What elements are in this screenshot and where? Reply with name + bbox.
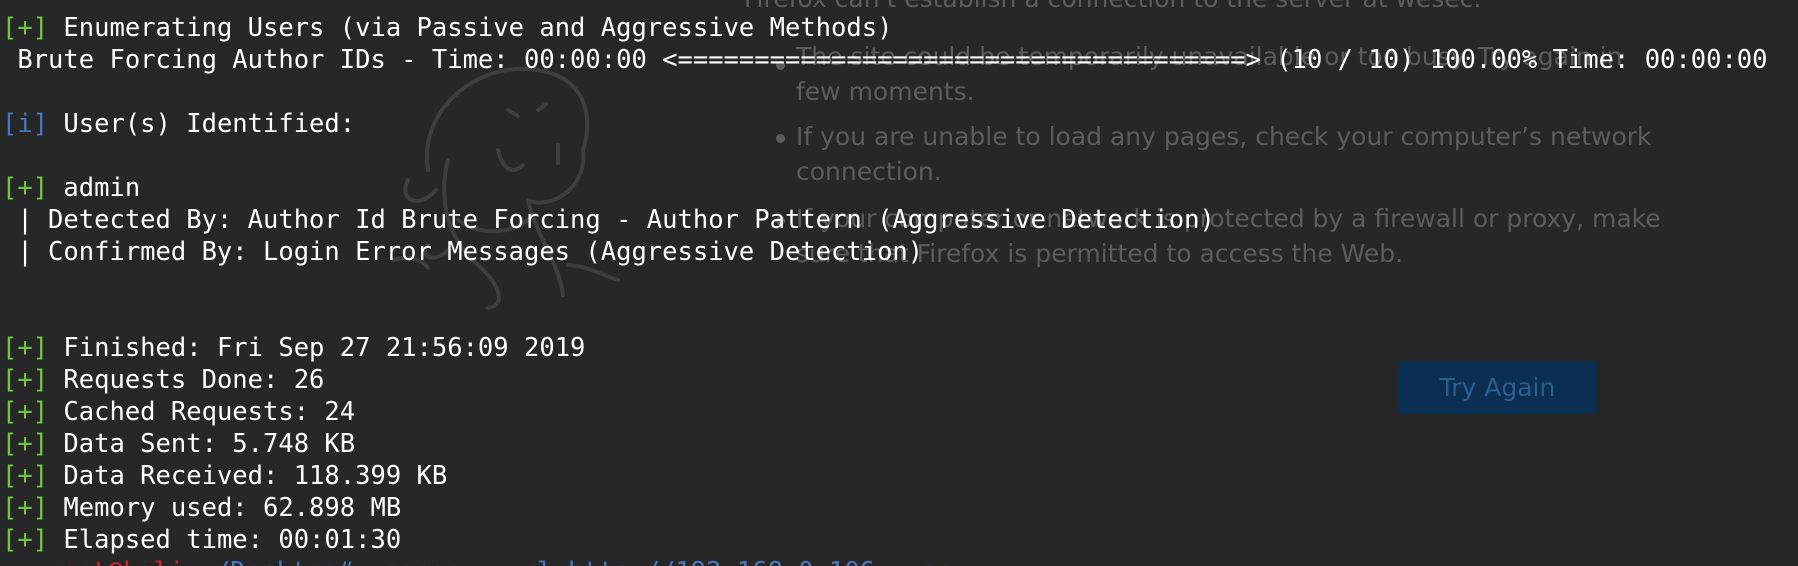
log-line-requests-done: [+] Requests Done: 26 — [2, 364, 324, 396]
prompt-command: /Desktop# wpscan --url http://192.168.0.… — [215, 557, 967, 566]
shell-prompt-line[interactable]: root@kali:~/Desktop# wpscan --url http:/… — [46, 556, 967, 566]
status-tag-plus: [+] — [2, 429, 49, 459]
status-tag-plus: [+] — [2, 333, 49, 363]
log-line-detected-by: | Detected By: Author Id Brute Forcing -… — [2, 205, 1215, 235]
log-line-data-received: [+] Data Received: 118.399 KB — [2, 460, 447, 492]
terminal-output: [+] Enumerating Users (via Passive and A… — [0, 0, 1798, 566]
status-tag-plus: [+] — [2, 525, 49, 555]
log-line-cached-requests: [+] Cached Requests: 24 — [2, 396, 355, 428]
log-line-data-sent: [+] Data Sent: 5.748 KB — [2, 428, 355, 460]
log-line-enumerating: [+] Enumerating Users (via Passive and A… — [2, 12, 892, 44]
data-sent-text: Data Sent: 5.748 KB — [48, 429, 356, 459]
status-tag-plus: [+] — [2, 173, 49, 203]
status-tag-info: [i] — [2, 109, 49, 139]
username-text: admin — [48, 173, 141, 203]
status-tag-plus: [+] — [2, 397, 49, 427]
terminal-window: Firefox can't establish a connection to … — [0, 0, 1798, 566]
log-line-finished: [+] Finished: Fri Sep 27 21:56:09 2019 — [2, 332, 585, 364]
data-received-text: Data Received: 118.399 KB — [48, 461, 448, 491]
log-line-user-admin: [+] admin — [2, 172, 140, 204]
users-identified-text: User(s) Identified: — [48, 109, 356, 139]
log-line-elapsed-time: [+] Elapsed time: 00:01:30 — [2, 524, 401, 556]
log-line-confirmed-by: | Confirmed By: Login Error Messages (Ag… — [2, 237, 924, 267]
log-line-brute-force-progress: Brute Forcing Author IDs - Time: 00:00:0… — [2, 45, 1768, 75]
status-tag-plus: [+] — [2, 493, 49, 523]
memory-used-text: Memory used: 62.898 MB — [48, 493, 402, 523]
enumerating-text: Enumerating Users (via Passive and Aggre… — [48, 13, 893, 43]
finished-text: Finished: Fri Sep 27 21:56:09 2019 — [48, 333, 586, 363]
prompt-user-host: root@kali:~ — [46, 557, 215, 566]
log-line-memory-used: [+] Memory used: 62.898 MB — [2, 492, 401, 524]
requests-done-text: Requests Done: 26 — [48, 365, 325, 395]
log-line-users-identified: [i] User(s) Identified: — [2, 108, 355, 140]
status-tag-plus: [+] — [2, 13, 49, 43]
status-tag-plus: [+] — [2, 365, 49, 395]
cached-requests-text: Cached Requests: 24 — [48, 397, 356, 427]
elapsed-time-text: Elapsed time: 00:01:30 — [48, 525, 402, 555]
status-tag-plus: [+] — [2, 461, 49, 491]
